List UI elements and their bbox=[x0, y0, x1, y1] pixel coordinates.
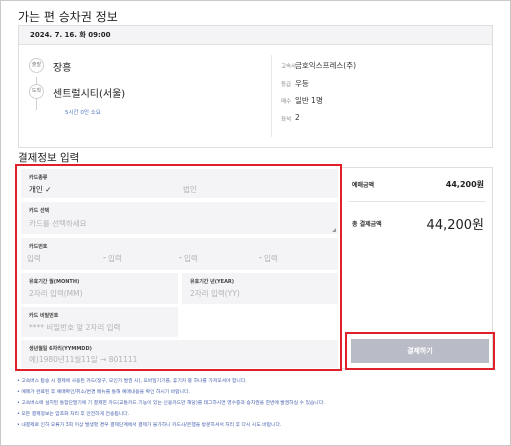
card-number-input-2[interactable]: 입력 bbox=[108, 253, 122, 264]
card-number-separator: - bbox=[179, 253, 182, 262]
arrival-station: 센트럴시티(서울) bbox=[53, 89, 126, 100]
ticket-divider bbox=[271, 55, 272, 137]
expiry-year-placeholder: 2자리 입력(YY) bbox=[190, 289, 240, 298]
info-label-company: 고속사 bbox=[281, 64, 297, 70]
pay-button[interactable]: 결제하기 bbox=[351, 339, 489, 363]
info-value-count: 일반 1명 bbox=[295, 96, 323, 105]
summary-divider bbox=[348, 201, 486, 202]
card-number-label: 카드번호 bbox=[29, 244, 48, 250]
pay-amount-label: 예매금액 bbox=[352, 182, 375, 189]
birthdate-input[interactable]: 생년월일 6자리(YYMMDD) 예)1980년11월11일 → 801111 bbox=[21, 340, 338, 368]
info-value-company: 금호익스프레스(주) bbox=[295, 61, 357, 70]
trip-duration: 5시간 0인 소요 bbox=[65, 110, 101, 116]
ticket-section-title: 가는 편 승차권 정보 bbox=[18, 10, 118, 24]
pay-amount-value: 44,200원 bbox=[445, 180, 484, 189]
card-number-separator: - bbox=[259, 253, 262, 262]
notice-item: • 모든 결제정보는 암호화 처리 후 안전하게 전송됩니다. bbox=[17, 412, 130, 417]
departure-badge: 출발 bbox=[29, 58, 44, 73]
card-number-field: 카드번호 입력 - 입력 - 입력 - 입력 bbox=[21, 238, 338, 270]
notice-list: • 고속버스 탑승 시 결제에 사용된 카드(정구, 모인가 발권 시), 모바… bbox=[17, 376, 497, 431]
birthdate-label: 생년월일 6자리(YYMMDD) bbox=[29, 346, 92, 352]
card-password-label: 카드 비밀번호 bbox=[29, 313, 59, 319]
notice-item: • 예매가 완료된 후 예매확인/취소/변경 메뉴를 통해 예매내용을 확인 하… bbox=[17, 390, 190, 395]
total-amount-value: 44,200원 bbox=[426, 218, 484, 233]
card-number-input-3[interactable]: 입력 bbox=[184, 253, 198, 264]
expiry-month-label: 유효기간 월(MONTH) bbox=[29, 279, 80, 285]
notice-item: • 고속버스에 설치된 통합단말기에 기 결제한 카드(교통카드 기능이 있는 … bbox=[17, 401, 325, 406]
info-label-grade: 등급 bbox=[281, 82, 292, 88]
card-select-dropdown[interactable]: 카드 선택 카드를 선택하세요 bbox=[21, 202, 338, 234]
info-value-seat: 2 bbox=[295, 113, 300, 122]
card-number-separator: - bbox=[103, 253, 106, 262]
total-amount-label: 총 결제금액 bbox=[352, 221, 382, 228]
notice-item: • 고속버스 탑승 시 결제에 사용된 카드(정구, 모인가 발권 시), 모바… bbox=[17, 379, 247, 384]
card-password-input[interactable]: 카드 비밀번호 **** 비밀번호 앞 2자리 입력 bbox=[21, 307, 178, 337]
payment-form: 카드종류 개인 ✓ 법인 카드 선택 카드를 선택하세요 카드번호 입력 - 입… bbox=[15, 164, 342, 371]
info-label-count: 매수 bbox=[281, 99, 292, 105]
notice-item: • 내결제로 인하 오류가 3회 이상 발생할 경우 결제단계에서 결제가 불가… bbox=[17, 423, 282, 428]
card-type-field: 카드종류 개인 ✓ 법인 bbox=[21, 169, 338, 198]
card-type-personal-option[interactable]: 개인 ✓ bbox=[29, 184, 51, 195]
info-label-seat: 좌석 bbox=[281, 117, 292, 123]
card-password-placeholder: **** 비밀번호 앞 2자리 입력 bbox=[29, 323, 121, 332]
expiry-month-input[interactable]: 유효기간 월(MONTH) 2자리 입력(MM) bbox=[21, 273, 178, 304]
pay-button-highlight: 결제하기 bbox=[345, 332, 495, 370]
expiry-year-input[interactable]: 유효기간 년(YEAR) 2자리 입력(YY) bbox=[182, 273, 338, 304]
card-select-label: 카드 선택 bbox=[29, 208, 50, 214]
birthdate-placeholder: 예)1980년11월11일 → 801111 bbox=[29, 355, 138, 364]
expiry-month-placeholder: 2자리 입력(MM) bbox=[29, 289, 83, 298]
info-value-grade: 우등 bbox=[295, 79, 309, 88]
card-select-placeholder: 카드를 선택하세요 bbox=[29, 219, 87, 228]
card-type-label: 카드종류 bbox=[29, 175, 48, 181]
card-number-input-1[interactable]: 입력 bbox=[27, 253, 41, 264]
ticket-card: 2024. 7. 16. 화 09:00 출발 도착 장흥 센트럴시티(서울) … bbox=[18, 25, 493, 148]
arrival-badge: 도착 bbox=[29, 84, 44, 99]
expiry-year-label: 유효기간 년(YEAR) bbox=[190, 279, 235, 285]
ticket-datetime: 2024. 7. 16. 화 09:00 bbox=[19, 26, 492, 45]
payment-section-title: 결제정보 입력 bbox=[18, 152, 80, 164]
card-number-input-4[interactable]: 입력 bbox=[264, 253, 278, 264]
resize-handle-icon bbox=[332, 228, 336, 232]
card-type-corporate-option[interactable]: 법인 bbox=[183, 184, 197, 195]
departure-station: 장흥 bbox=[53, 63, 72, 74]
